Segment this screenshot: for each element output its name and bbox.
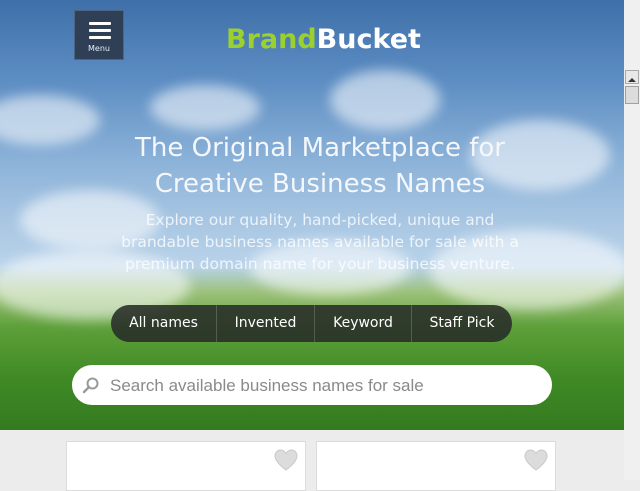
name-card[interactable] bbox=[66, 441, 306, 491]
cloud-decoration bbox=[330, 70, 440, 130]
brand-logo[interactable]: BrandBucket bbox=[226, 22, 421, 58]
tab-staff-pick[interactable]: Staff Pick bbox=[411, 305, 512, 342]
logo-part-bucket: Bucket bbox=[316, 24, 421, 55]
menu-label: Menu bbox=[88, 44, 110, 53]
hamburger-icon bbox=[89, 22, 111, 39]
name-filter-tabs: All names Invented Keyword Staff Pick bbox=[111, 305, 512, 342]
logo-part-brand: Brand bbox=[226, 24, 317, 55]
cloud-decoration bbox=[150, 85, 260, 130]
menu-button[interactable]: Menu bbox=[74, 10, 124, 60]
heart-icon[interactable] bbox=[273, 448, 299, 472]
tab-all-names[interactable]: All names bbox=[111, 305, 216, 342]
arrow-up-icon bbox=[628, 78, 636, 82]
hero-headline: The Original Marketplace for Creative Bu… bbox=[80, 130, 560, 202]
name-card[interactable] bbox=[316, 441, 556, 491]
scroll-up-button[interactable] bbox=[625, 70, 639, 84]
heart-icon[interactable] bbox=[523, 448, 549, 472]
search-input[interactable] bbox=[108, 365, 542, 407]
headline-line1: The Original Marketplace for bbox=[135, 133, 505, 163]
scrollbar-thumb[interactable] bbox=[625, 86, 639, 104]
hero-subtext: Explore our quality, hand-picked, unique… bbox=[121, 211, 519, 273]
search-icon bbox=[82, 377, 99, 394]
tab-keyword[interactable]: Keyword bbox=[314, 305, 411, 342]
tab-invented[interactable]: Invented bbox=[216, 305, 314, 342]
headline-line2: Creative Business Names bbox=[154, 169, 486, 199]
search-bar bbox=[72, 365, 552, 407]
